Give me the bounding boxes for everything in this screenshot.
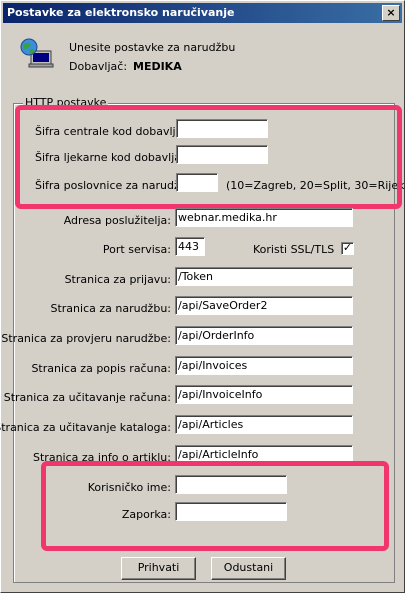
provjera-input[interactable]: /api/OrderInfo xyxy=(175,326,353,345)
highlight-box-codes xyxy=(15,105,402,209)
title-bar: Postavke za elektronsko naručivanje × xyxy=(3,3,402,23)
accept-button[interactable]: Prihvati xyxy=(121,557,196,580)
prijava-label: Stranica za prijavu: xyxy=(64,273,171,286)
narudzba-input[interactable]: /api/SaveOrder2 xyxy=(175,296,353,315)
narudzba-label: Stranica za narudžbu: xyxy=(50,302,171,315)
network-computer-icon xyxy=(20,38,54,68)
port-input[interactable]: 443 xyxy=(175,237,205,256)
adresa-input[interactable]: webnar.medika.hr xyxy=(175,208,353,227)
popis-label: Stranica za popis računa: xyxy=(31,362,171,375)
close-button[interactable]: × xyxy=(382,5,400,21)
adresa-label: Adresa poslužitelja: xyxy=(63,214,171,227)
popis-input[interactable]: /api/Invoices xyxy=(175,356,353,375)
ucitavanje-racuna-input[interactable]: /api/InvoiceInfo xyxy=(175,385,353,404)
highlight-box-credentials xyxy=(41,461,389,551)
ucitavanje-kataloga-input[interactable]: /api/Articles xyxy=(175,415,353,434)
ssl-checkbox[interactable]: ✓ xyxy=(341,242,354,255)
prijava-input[interactable]: /Token xyxy=(175,267,353,286)
settings-dialog: Postavke za elektronsko naručivanje × Un… xyxy=(0,0,405,593)
supplier-value: MEDIKA xyxy=(133,60,182,73)
cancel-button[interactable]: Odustani xyxy=(211,557,286,580)
supplier-label: Dobavljač: xyxy=(69,60,128,73)
ucitavanje-kataloga-label: Stranica za učitavanje kataloga: xyxy=(0,421,171,434)
ssl-label: Koristi SSL/TLS xyxy=(253,243,335,256)
window-title: Postavke za elektronsko naručivanje xyxy=(7,6,235,19)
instruction-text: Unesite postavke za narudžbu xyxy=(69,41,236,54)
port-label: Port servisa: xyxy=(102,243,171,256)
ucitavanje-racuna-label: Stranica za učitavanje računa: xyxy=(3,391,171,404)
provjera-label: Stranica za provjeru narudžbe: xyxy=(1,332,171,345)
